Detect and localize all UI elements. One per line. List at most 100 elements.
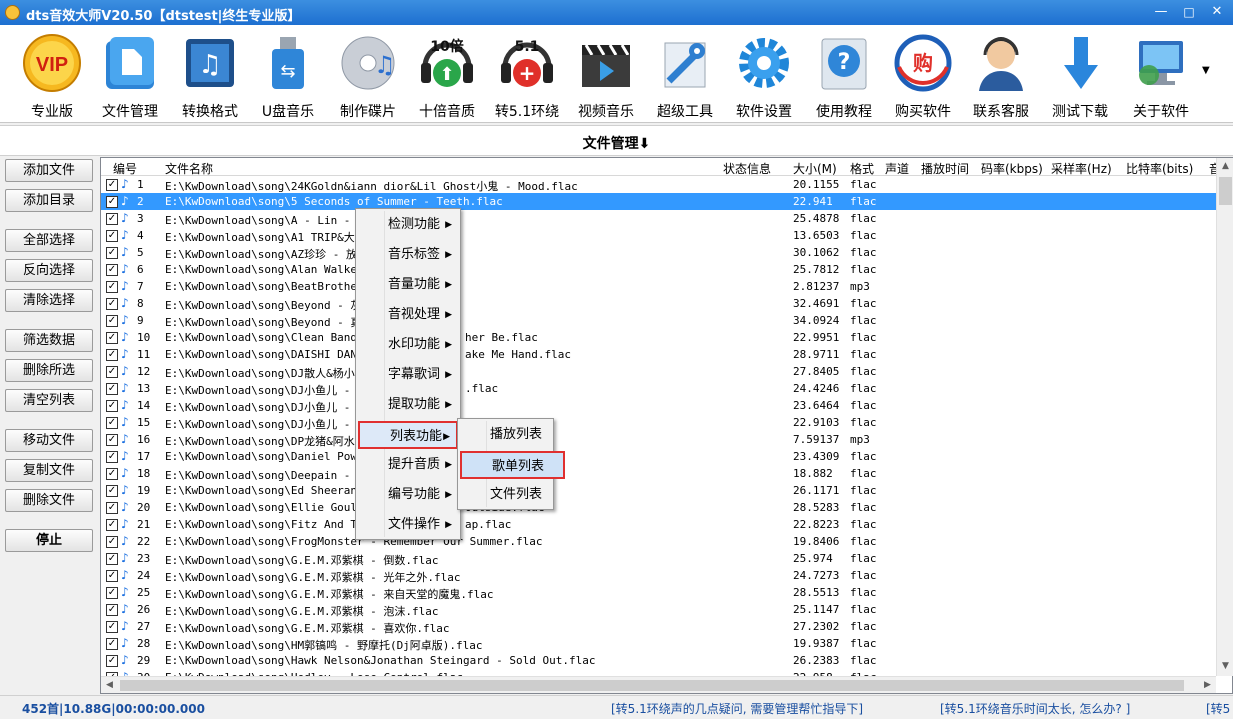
column-header[interactable]: 采样率(Hz) — [1051, 160, 1112, 177]
table-row[interactable]: ✓ ♪ 25 E:\KwDownload\song\G.E.M.邓紫棋 - 来自天堂的… — [101, 584, 1216, 601]
left-button-12[interactable]: 停止 — [5, 529, 93, 552]
table-row[interactable]: ✓ ♪ 6 E:\KwDownload\song\Alan Walker - 25.78… — [101, 261, 1216, 278]
vertical-scrollbar[interactable]: ▲ ▼ — [1216, 158, 1233, 676]
table-row[interactable]: ✓ ♪ 5 E:\KwDownload\song\AZ珍珍 - 放不 30.1062 fl… — [101, 244, 1216, 261]
table-row[interactable]: ✓ ♪ 26 E:\KwDownload\song\G.E.M.邓紫棋 - 泡沫.fl… — [101, 601, 1216, 618]
context-menu-item-9[interactable]: 提升音质 ▶ — [358, 451, 458, 479]
column-header[interactable]: 比特率(bits) — [1126, 160, 1193, 177]
maximize-button[interactable]: □ — [1178, 3, 1200, 21]
row-checkbox[interactable]: ✓ — [106, 281, 118, 293]
toolbar-overflow-icon[interactable]: ▼ — [1202, 65, 1210, 76]
row-checkbox[interactable]: ✓ — [106, 485, 118, 497]
toolbar-button-vip[interactable]: VIP 专业版 — [12, 29, 92, 121]
submenu-item-1[interactable]: 播放列表 — [460, 421, 551, 449]
row-checkbox[interactable]: ✓ — [106, 638, 118, 650]
scroll-up-icon[interactable]: ▲ — [1217, 158, 1233, 175]
row-checkbox[interactable]: ✓ — [106, 264, 118, 276]
table-row[interactable]: ✓ ♪ 4 E:\KwDownload\song\A1 TRIP&大籽& 13.6503… — [101, 227, 1216, 244]
table-row[interactable]: ✓ ♪ 28 E:\KwDownload\song\HM郭镐鸣 - 野摩托(Dj阿卓版… — [101, 635, 1216, 652]
table-row[interactable]: ✓ ♪ 18 E:\KwDownload\song\Deepain - 身 18.882… — [101, 465, 1216, 482]
left-button-3[interactable]: 全部选择 — [5, 229, 93, 252]
toolbar-button-headphones-10x[interactable]: 10倍 ⬆ 十倍音质 — [407, 29, 487, 121]
left-button-5[interactable]: 清除选择 — [5, 289, 93, 312]
context-menu-item-1[interactable]: 检测功能 ▶ — [358, 211, 458, 239]
column-header[interactable]: 声道 — [885, 160, 909, 177]
table-row[interactable]: ✓♪30E:\KwDownload\song\Hedley - Lose Con… — [101, 669, 1216, 676]
table-row[interactable]: ✓ ♪ 29 E:\KwDownload\song\Hawk Nelson&Jonat… — [101, 652, 1216, 669]
context-menu-item-4[interactable]: 音视处理 ▶ — [358, 301, 458, 329]
context-menu-item-10[interactable]: 编号功能 ▶ — [358, 481, 458, 509]
left-button-7[interactable]: 删除所选 — [5, 359, 93, 382]
left-button-10[interactable]: 复制文件 — [5, 459, 93, 482]
table-row[interactable]: ✓ ♪ 22 E:\KwDownload\song\FrogMonster - Rem… — [101, 533, 1216, 550]
row-checkbox[interactable]: ✓ — [106, 536, 118, 548]
row-checkbox[interactable]: ✓ — [106, 298, 118, 310]
context-menu-item-7[interactable]: 提取功能 ▶ — [358, 391, 458, 419]
row-checkbox[interactable]: ✓ — [106, 468, 118, 480]
toolbar-button-customer-service[interactable]: 联系客服 — [961, 29, 1041, 121]
row-checkbox[interactable]: ✓ — [106, 247, 118, 259]
column-header[interactable]: 大小(M) — [793, 160, 837, 177]
left-button-4[interactable]: 反向选择 — [5, 259, 93, 282]
column-header[interactable]: 格式 — [850, 160, 874, 177]
toolbar-button-file-manager[interactable]: 文件管理 — [90, 29, 170, 121]
table-row[interactable]: ✓ ♪ 17 E:\KwDownload\song\Daniel Powter 23.4… — [101, 448, 1216, 465]
table-row[interactable]: ✓ ♪ 16 E:\KwDownload\song\DP龙猪&阿水& 7.59137 mp… — [101, 431, 1216, 448]
toolbar-button-download-arrow[interactable]: 测试下载 — [1040, 29, 1120, 121]
row-checkbox[interactable]: ✓ — [106, 196, 118, 208]
table-row[interactable]: ✓ ♪ 7 E:\KwDownload\song\BeatBrothers- 2.812… — [101, 278, 1216, 295]
row-checkbox[interactable]: ✓ — [106, 230, 118, 242]
row-checkbox[interactable]: ✓ — [106, 553, 118, 565]
context-menu-item-5[interactable]: 水印功能 ▶ — [358, 331, 458, 359]
row-checkbox[interactable]: ✓ — [106, 366, 118, 378]
table-row[interactable]: ✓ ♪ 15 E:\KwDownload\song\DJ小鱼儿 - 22.9103 fla… — [101, 414, 1216, 431]
table-row[interactable]: ✓ ♪ 19 E:\KwDownload\song\Ed Sheeran - 26.11… — [101, 482, 1216, 499]
row-checkbox[interactable]: ✓ — [106, 604, 118, 616]
row-checkbox[interactable]: ✓ — [106, 587, 118, 599]
left-button-9[interactable]: 移动文件 — [5, 429, 93, 452]
left-button-11[interactable]: 删除文件 — [5, 489, 93, 512]
table-row[interactable]: ✓ ♪ 13 E:\KwDownload\song\DJ小鱼儿 - 她 24.4246 f… — [101, 380, 1216, 397]
table-row[interactable]: ✓ ♪ 12 E:\KwDownload\song\DJ散人&杨小壮 27.8405 fl… — [101, 363, 1216, 380]
context-menu-item-8[interactable]: 列表功能 ▶ — [358, 421, 458, 449]
row-checkbox[interactable]: ✓ — [106, 570, 118, 582]
table-row[interactable]: ✓ ♪ 9 E:\KwDownload\song\Beyond - 真的 34.0924… — [101, 312, 1216, 329]
row-checkbox[interactable]: ✓ — [106, 451, 118, 463]
table-row[interactable]: ✓ ♪ 11 E:\KwDownload\song\DAISHI DANCE& 28.9… — [101, 346, 1216, 363]
table-row[interactable]: ✓ ♪ 8 E:\KwDownload\song\Beyond - 灰色 32.4691… — [101, 295, 1216, 312]
context-menu-item-2[interactable]: 音乐标签 ▶ — [358, 241, 458, 269]
row-checkbox[interactable]: ✓ — [106, 383, 118, 395]
left-button-1[interactable]: 添加文件 — [5, 159, 93, 182]
row-checkbox[interactable]: ✓ — [106, 179, 118, 191]
table-row[interactable]: ✓ ♪ 2 E:\KwDownload\song\5 Seconds of Summe… — [101, 193, 1216, 210]
left-button-2[interactable]: 添加目录 — [5, 189, 93, 212]
scroll-right-icon[interactable]: ▶ — [1199, 677, 1216, 694]
context-menu-item-6[interactable]: 字幕歌词 ▶ — [358, 361, 458, 389]
table-row[interactable]: ✓ ♪ 20 E:\KwDownload\song\Ellie Gouldir 28.5… — [101, 499, 1216, 516]
context-menu-item-11[interactable]: 文件操作 ▶ — [358, 511, 458, 539]
table-row[interactable]: ✓ ♪ 21 E:\KwDownload\song\Fitz And The 22.82… — [101, 516, 1216, 533]
horizontal-scrollbar[interactable]: ◀ ▶ — [101, 676, 1216, 693]
scroll-left-icon[interactable]: ◀ — [101, 677, 118, 694]
row-checkbox[interactable]: ✓ — [106, 434, 118, 446]
file-list[interactable]: 编号 文件名称 状态信息 大小(M) 格式 声道 播放时间 码率(kbps) 采样率(Hz) 比特… — [100, 157, 1233, 694]
table-row[interactable]: ✓ ♪ 24 E:\KwDownload\song\G.E.M.邓紫棋 - 光年之外.… — [101, 567, 1216, 584]
toolbar-button-about-computer[interactable]: 关于软件 — [1121, 29, 1201, 121]
left-button-6[interactable]: 筛选数据 — [5, 329, 93, 352]
row-checkbox[interactable]: ✓ — [106, 655, 118, 667]
row-checkbox[interactable]: ✓ — [106, 349, 118, 361]
status-link-more[interactable]: [转5 — [1206, 700, 1230, 717]
status-link-surround-questions[interactable]: [转5.1环绕声的几点疑问, 需要管理帮忙指导下] — [611, 700, 863, 717]
row-checkbox[interactable]: ✓ — [106, 213, 118, 225]
column-header[interactable]: 状态信息 — [723, 160, 771, 177]
toolbar-button-convert-format[interactable]: ♫ 转换格式 — [170, 29, 250, 121]
row-checkbox[interactable]: ✓ — [106, 417, 118, 429]
table-row[interactable]: ✓ ♪ 1 E:\KwDownload\song\24KGoldn&iann dior… — [101, 176, 1216, 193]
toolbar-button-settings-gear[interactable]: 软件设置 — [724, 29, 804, 121]
column-header[interactable]: 编号 — [113, 160, 137, 177]
table-row[interactable]: ✓ ♪ 10 E:\KwDownload\song\Clean Bandit& 22.9… — [101, 329, 1216, 346]
column-header[interactable]: 文件名称 — [165, 160, 213, 177]
close-button[interactable]: ✕ — [1206, 3, 1228, 21]
column-header[interactable]: 播放时间 — [921, 160, 969, 177]
toolbar-button-tools[interactable]: 超级工具 — [645, 29, 725, 121]
